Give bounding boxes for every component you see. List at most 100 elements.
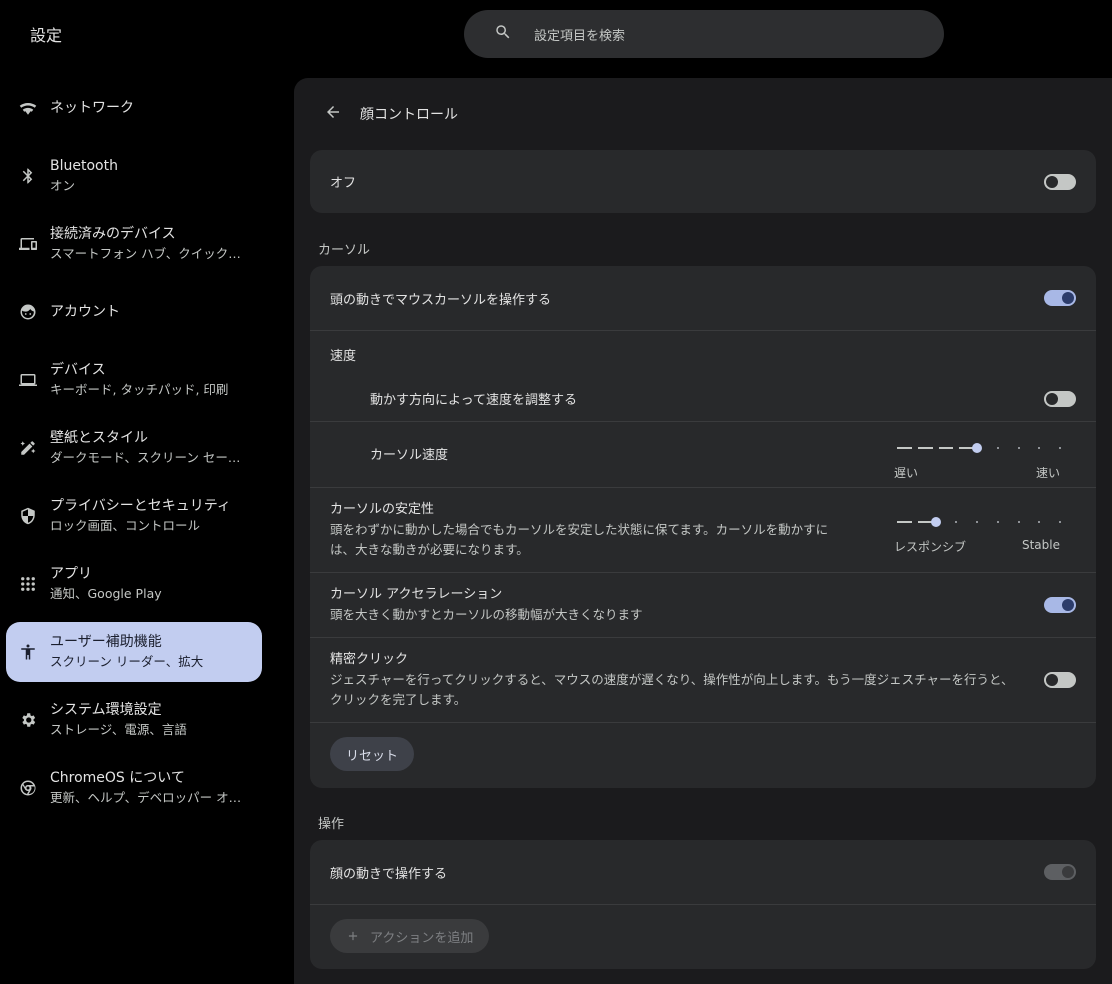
sidebar-item-system[interactable]: システム環境設定 ストレージ、電源、言語 <box>6 690 262 750</box>
slider-tick <box>1059 447 1061 449</box>
search-icon <box>494 23 512 45</box>
page-title: 顔コントロール <box>360 107 458 123</box>
slider-min-label: レスポンシブ <box>894 540 967 554</box>
sidebar-item-bluetooth[interactable]: Bluetooth オン <box>6 146 262 206</box>
slider-tick <box>1038 447 1041 449</box>
sidebar-item-apps[interactable]: アプリ通知、Google Play <box>6 554 262 614</box>
page-header: 顔コントロール <box>324 102 458 126</box>
acceleration-row[interactable]: カーソル アクセラレーション 頭を大きく動かすとカーソルの移動幅が大きくなります <box>310 572 1096 637</box>
apps-grid-icon <box>18 574 38 594</box>
slider-tick <box>1038 521 1041 523</box>
reset-button[interactable]: リセット <box>330 737 415 771</box>
sidebar-item-sub: ロック画面、コントロール <box>50 518 201 533</box>
sidebar-item-network[interactable]: ネットワーク <box>6 78 262 138</box>
face-control-toggle[interactable] <box>1044 864 1076 880</box>
face-control-row[interactable]: 顔の動きで操作する <box>310 840 1096 904</box>
acceleration-label: カーソル アクセラレーション <box>330 587 503 602</box>
section-title-actions: 操作 <box>318 817 345 832</box>
sidebar-item-label: アプリ <box>50 566 92 582</box>
slider-tick <box>996 447 999 449</box>
sidebar-item-connected-devices[interactable]: 接続済みのデバイススマートフォン ハブ、クイック… <box>6 214 262 274</box>
connected-devices-icon <box>18 234 38 254</box>
reset-row: リセット <box>310 722 1096 787</box>
slider-active-segment <box>938 447 954 449</box>
adjust-direction-toggle[interactable] <box>1044 391 1076 407</box>
sidebar: ネットワーク Bluetooth オン 接続済みのデバイススマートフォン ハブ、ク… <box>6 78 262 826</box>
add-action-button[interactable]: アクションを追加 <box>330 919 490 953</box>
slider-track <box>894 521 1061 523</box>
sidebar-item-sub: 更新、ヘルプ、デベロッパー オ… <box>50 790 242 805</box>
sidebar-item-sub: スクリーン リーダー、拡大 <box>50 654 204 669</box>
stability-description: 頭をわずかに動かした場合でもカーソルを安定した状態に保てます。カーソルを動かすに… <box>330 522 829 557</box>
sidebar-item-sub: オン <box>50 178 76 193</box>
master-toggle-label: オフ <box>330 176 357 191</box>
laptop-icon <box>18 370 38 390</box>
slider-tick <box>955 521 958 523</box>
sidebar-item-label: ユーザー補助機能 <box>50 634 162 650</box>
section-title-cursor: カーソル <box>318 243 371 258</box>
sidebar-item-label: ChromeOS について <box>50 770 185 786</box>
stability-slider[interactable]: レスポンシブ Stable <box>894 514 1061 554</box>
search-box[interactable]: 設定項目を検索 <box>464 10 944 58</box>
actions-card: 顔の動きで操作する アクションを追加 <box>310 840 1096 969</box>
slider-tick <box>1017 521 1020 523</box>
slider-max-label: Stable <box>1021 538 1060 552</box>
master-toggle-card: オフ <box>310 150 1096 213</box>
slider-min-label: 遅い <box>894 466 919 480</box>
cursor-speed-row: カーソル速度 遅い 速い <box>310 421 1096 487</box>
sidebar-item-sub: ダークモード、スクリーン セー… <box>50 450 241 465</box>
slider-active-segment <box>897 521 912 523</box>
search-input[interactable]: 設定項目を検索 <box>534 25 625 44</box>
sidebar-item-device[interactable]: デバイスキーボード, タッチパッド, 印刷 <box>6 350 262 410</box>
bluetooth-icon <box>18 166 38 186</box>
slider-tick <box>996 521 999 523</box>
speed-title: 速度 <box>330 349 357 364</box>
cursor-card: 頭の動きでマウスカーソルを操作する 速度 動かす方向によって速度を調整する カー… <box>310 266 1096 788</box>
cursor-speed-label: カーソル速度 <box>370 448 449 463</box>
gear-icon <box>18 710 38 730</box>
sidebar-item-about[interactable]: ChromeOS について更新、ヘルプ、デベロッパー オ… <box>6 758 262 818</box>
cursor-speed-slider[interactable]: 遅い 速い <box>894 440 1061 480</box>
account-icon <box>18 302 38 322</box>
acceleration-toggle[interactable] <box>1044 597 1076 613</box>
sidebar-item-account[interactable]: アカウント <box>6 282 262 342</box>
sidebar-item-sub: スマートフォン ハブ、クイック… <box>50 246 241 261</box>
slider-tick <box>976 521 978 523</box>
slider-tick <box>1059 521 1061 523</box>
sidebar-item-accessibility[interactable]: ユーザー補助機能スクリーン リーダー、拡大 <box>6 622 262 682</box>
sidebar-item-wallpaper[interactable]: 壁紙とスタイルダークモード、スクリーン セー… <box>6 418 262 478</box>
adjust-direction-label: 動かす方向によって速度を調整する <box>370 393 577 408</box>
palette-icon <box>18 438 38 458</box>
sidebar-item-sub: 通知、Google Play <box>50 586 162 601</box>
head-cursor-toggle[interactable] <box>1044 290 1076 306</box>
face-control-label: 顔の動きで操作する <box>330 866 448 882</box>
accessibility-icon <box>18 642 38 662</box>
stability-row: カーソルの安定性 頭をわずかに動かした場合でもカーソルを安定した状態に保てます。… <box>310 487 1096 572</box>
precision-click-toggle[interactable] <box>1044 672 1076 688</box>
slider-max-label: 速い <box>1035 466 1060 480</box>
sidebar-item-label: システム環境設定 <box>50 702 162 718</box>
main-panel: 顔コントロール オフ カーソル 頭の動きでマウスカーソルを操作する 速度 動かす… <box>294 78 1112 984</box>
head-cursor-row[interactable]: 頭の動きでマウスカーソルを操作する <box>310 266 1096 330</box>
slider-thumb[interactable] <box>972 443 982 453</box>
sidebar-item-label: プライバシーとセキュリティ <box>50 498 231 514</box>
precision-click-row[interactable]: 精密クリック ジェスチャーを行ってクリックすると、マウスの速度が遅くなり、操作性… <box>310 637 1096 722</box>
plus-icon <box>346 929 370 943</box>
acceleration-description: 頭を大きく動かすとカーソルの移動幅が大きくなります <box>330 607 643 622</box>
add-action-label: アクションを追加 <box>370 930 474 946</box>
master-toggle-row[interactable]: オフ <box>310 150 1096 213</box>
sidebar-item-label: デバイス <box>50 362 106 378</box>
slider-active-segment <box>917 447 933 449</box>
master-toggle[interactable] <box>1044 174 1076 190</box>
back-arrow-icon[interactable] <box>324 103 342 125</box>
sidebar-item-label: アカウント <box>50 304 120 320</box>
wifi-icon <box>18 98 38 118</box>
slider-thumb[interactable] <box>930 517 941 527</box>
sidebar-item-label: 壁紙とスタイル <box>50 430 148 446</box>
app-title: 設定 <box>30 26 63 45</box>
sidebar-item-label: 接続済みのデバイス <box>50 226 176 242</box>
sidebar-item-label: ネットワーク <box>50 100 134 116</box>
sidebar-item-sub: キーボード, タッチパッド, 印刷 <box>50 382 229 397</box>
sidebar-item-privacy[interactable]: プライバシーとセキュリティ ロック画面、コントロール <box>6 486 262 546</box>
slider-tick <box>1017 447 1020 449</box>
